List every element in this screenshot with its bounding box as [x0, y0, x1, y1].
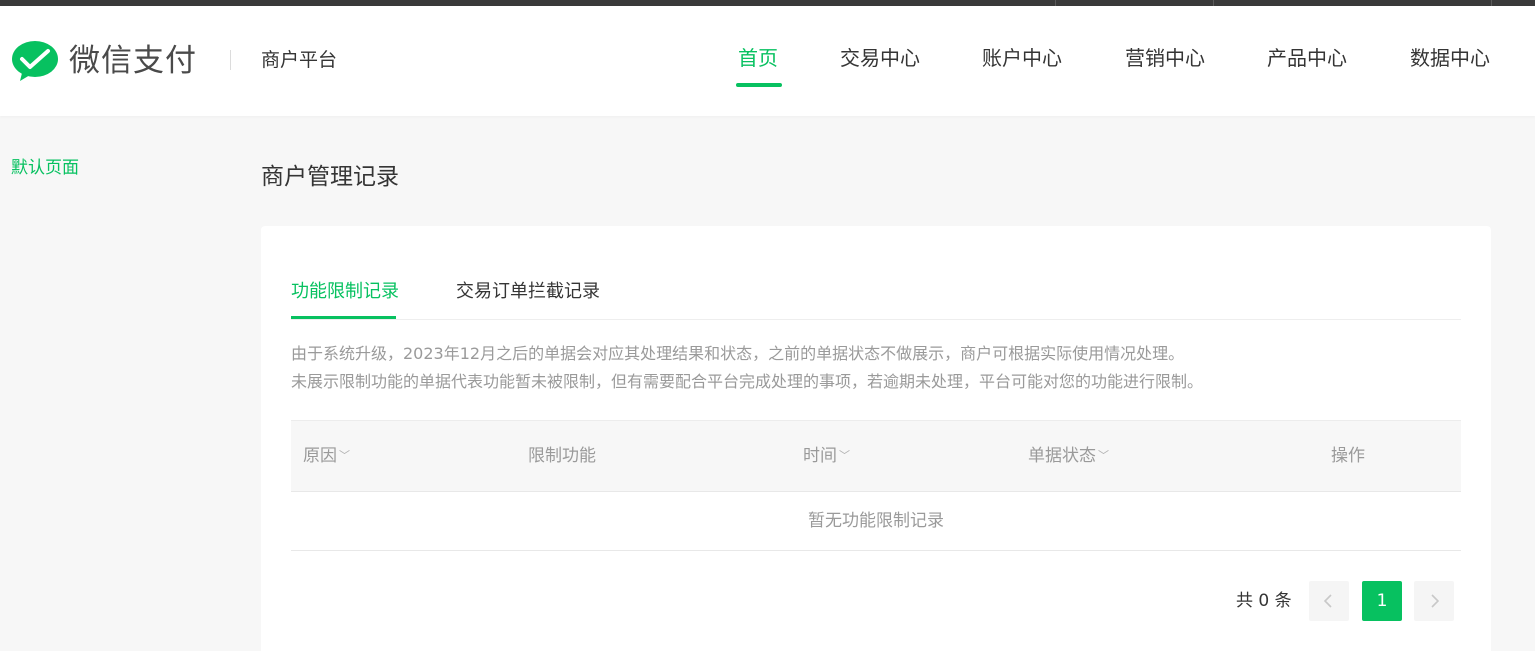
chevron-right-icon [1431, 594, 1440, 608]
records-card: 功能限制记录 交易订单拦截记录 由于系统升级，2023年12月之后的单据会对应其… [261, 226, 1491, 651]
tab-divider [291, 319, 1461, 320]
table-empty-row: 暂无功能限制记录 [291, 492, 1461, 551]
notice-text: 由于系统升级，2023年12月之后的单据会对应其处理结果和状态，之前的单据状态不… [291, 340, 1203, 396]
column-label: 原因 [303, 446, 337, 466]
chevron-left-icon [1323, 594, 1332, 608]
nav-home[interactable]: 首页 [738, 44, 778, 74]
platform-name: 商户平台 [261, 49, 338, 71]
column-label: 限制功能 [528, 446, 596, 466]
notice-line: 由于系统升级，2023年12月之后的单据会对应其处理结果和状态，之前的单据状态不… [291, 344, 1185, 363]
tab-function-restriction-records[interactable]: 功能限制记录 [291, 280, 399, 304]
tab-active-indicator [291, 316, 396, 319]
wechat-pay-logo-icon [12, 41, 58, 81]
column-label: 单据状态 [1028, 446, 1096, 466]
column-label: 时间 [803, 446, 837, 466]
nav-marketing-center[interactable]: 营销中心 [1125, 44, 1205, 74]
logo-text: 微信支付 [69, 43, 197, 79]
sort-chevron-icon[interactable]: ﹀ [1098, 449, 1109, 462]
top-header: 微信支付 商户平台 首页 交易中心 账户中心 营销中心 产品中心 数据中心 [0, 6, 1535, 116]
nav-active-indicator [736, 83, 782, 87]
tab-order-interception-records[interactable]: 交易订单拦截记录 [456, 280, 600, 304]
page-title: 商户管理记录 [261, 164, 399, 190]
column-time[interactable]: 时间 ﹀ [803, 444, 850, 468]
header-divider [230, 50, 231, 70]
wechat-pay-logo[interactable]: 微信支付 [11, 40, 197, 82]
pagination-page-1[interactable]: 1 [1362, 581, 1402, 621]
column-label: 操作 [1331, 446, 1365, 466]
nav-account-center[interactable]: 账户中心 [982, 44, 1062, 74]
pagination-total: 共 0 条 [1236, 591, 1292, 611]
sort-chevron-icon[interactable]: ﹀ [339, 449, 350, 462]
nav-data-center[interactable]: 数据中心 [1410, 44, 1490, 74]
nav-transaction-center[interactable]: 交易中心 [840, 44, 920, 74]
column-actions: 操作 [1331, 444, 1365, 468]
sort-chevron-icon[interactable]: ﹀ [839, 449, 850, 462]
column-reason[interactable]: 原因 ﹀ [303, 444, 350, 468]
column-restricted-function: 限制功能 [528, 444, 596, 468]
table-header: 原因 ﹀ 限制功能 时间 ﹀ 单据状态 ﹀ 操作 [291, 420, 1461, 492]
sidebar-item-default-page[interactable]: 默认页面 [11, 157, 79, 179]
notice-line: 未展示限制功能的单据代表功能暂未被限制，但有需要配合平台完成处理的事项，若逾期未… [291, 372, 1204, 391]
empty-state-text: 暂无功能限制记录 [808, 511, 944, 531]
pagination-prev-button[interactable] [1309, 581, 1349, 621]
nav-product-center[interactable]: 产品中心 [1267, 44, 1347, 74]
column-document-status[interactable]: 单据状态 ﹀ [1028, 444, 1109, 468]
pagination-next-button[interactable] [1414, 581, 1454, 621]
